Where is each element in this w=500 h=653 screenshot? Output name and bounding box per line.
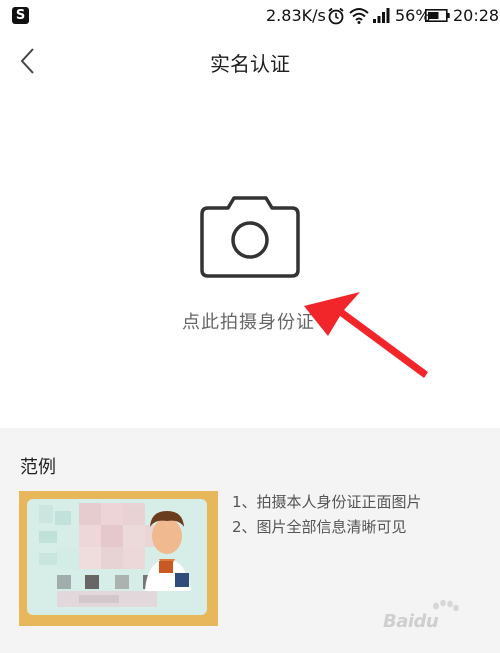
- red-arrow-annotation: [304, 292, 428, 378]
- tip-item: 2、图片全部信息清晰可见: [232, 518, 407, 536]
- camera-icon: [200, 196, 300, 278]
- wifi-icon: [349, 8, 369, 24]
- battery-icon: [425, 9, 450, 22]
- tip-item: 1、拍摄本人身份证正面图片: [232, 493, 422, 511]
- capture-id-card-button[interactable]: 点此拍摄身份证: [0, 90, 500, 428]
- example-tips: 1、拍摄本人身份证正面图片 2、图片全部信息清晰可见: [232, 490, 422, 540]
- nav-bar: 实名认证: [0, 32, 500, 90]
- status-bar: S 2.83K/s 56% 20:28: [0, 0, 500, 32]
- alarm-icon: [328, 7, 344, 25]
- page-title: 实名认证: [210, 52, 290, 76]
- signal-icon: [373, 8, 390, 23]
- clock: 20:28: [453, 6, 500, 25]
- network-speed: 2.83K/s: [266, 6, 326, 25]
- watermark-text: Baidu: [383, 611, 439, 632]
- screen: S 2.83K/s 56% 20:28 实名认证 点此拍摄身份证 范例 1、拍摄…: [0, 0, 500, 653]
- example-title: 范例: [20, 457, 56, 478]
- id-card-example-image: [19, 491, 218, 626]
- app-notification-icon: S: [12, 7, 29, 24]
- capture-label: 点此拍摄身份证: [182, 312, 315, 333]
